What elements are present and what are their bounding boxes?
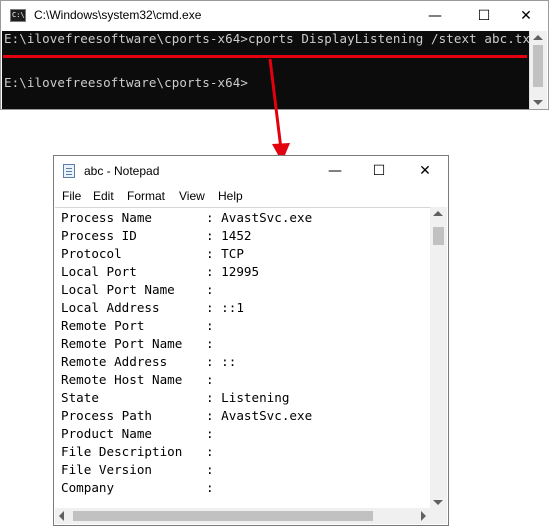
field-name: Process Path xyxy=(61,408,152,423)
menu-file[interactable]: File xyxy=(62,189,81,203)
scroll-down-icon[interactable] xyxy=(433,500,443,505)
notepad-window: abc - Notepad — ☐ ✕ File Edit Format Vie… xyxy=(53,155,449,526)
notepad-icon xyxy=(63,164,75,178)
scroll-right-icon[interactable] xyxy=(421,511,426,521)
field-separator: : xyxy=(206,372,222,387)
field-separator: : xyxy=(206,318,222,333)
field-value: ::1 xyxy=(221,300,244,315)
field-name: Local Port Name xyxy=(61,282,175,297)
notepad-vertical-scrollbar[interactable] xyxy=(430,207,447,509)
field-separator: : xyxy=(206,408,222,423)
field-value: 12995 xyxy=(221,264,260,279)
field-name: Product Name xyxy=(61,426,152,441)
text-line: Local Port: 12995 xyxy=(61,263,259,281)
scrollbar-corner xyxy=(430,508,447,524)
text-line: Local Address: ::1 xyxy=(61,299,244,317)
scroll-up-icon[interactable] xyxy=(433,211,443,216)
field-name: Protocol xyxy=(61,246,122,261)
field-name: Local Address xyxy=(61,300,160,315)
notepad-menubar: File Edit Format View Help xyxy=(54,187,448,206)
field-name: Process ID xyxy=(61,228,137,243)
field-separator: : xyxy=(206,444,222,459)
notepad-horizontal-scrollbar[interactable] xyxy=(55,508,430,524)
field-name: Remote Port xyxy=(61,318,145,333)
text-line: Process ID: 1452 xyxy=(61,227,252,245)
field-name: State xyxy=(61,390,99,405)
text-line: Process Path: AvastSvc.exe xyxy=(61,407,312,425)
field-name: Remote Port Name xyxy=(61,336,183,351)
field-separator: : xyxy=(206,390,222,405)
scroll-left-icon[interactable] xyxy=(59,511,64,521)
field-value: :: xyxy=(221,354,237,369)
field-separator: : xyxy=(206,282,222,297)
field-separator: : xyxy=(206,462,222,477)
field-name: File Description xyxy=(61,444,183,459)
text-line: Local Port Name: xyxy=(61,281,221,299)
field-name: Remote Address xyxy=(61,354,168,369)
red-arrow-shaft xyxy=(268,58,283,150)
notepad-titlebar[interactable]: abc - Notepad — ☐ ✕ xyxy=(54,156,448,187)
field-separator: : xyxy=(206,228,222,243)
notepad-close-button[interactable]: ✕ xyxy=(402,156,448,186)
field-separator: : xyxy=(206,210,222,225)
scroll-thumb[interactable] xyxy=(73,511,373,521)
menu-help[interactable]: Help xyxy=(218,189,243,203)
text-line: Company: xyxy=(61,479,221,497)
field-value: Listening xyxy=(221,390,290,405)
menu-edit[interactable]: Edit xyxy=(93,189,114,203)
menu-format[interactable]: Format xyxy=(127,189,165,203)
field-name: File Version xyxy=(61,462,152,477)
notepad-maximize-button[interactable]: ☐ xyxy=(356,156,402,186)
field-separator: : xyxy=(206,246,222,261)
field-separator: : xyxy=(206,264,222,279)
notepad-minimize-button[interactable]: — xyxy=(312,156,358,186)
text-line: Remote Port Name: xyxy=(61,335,221,353)
field-value: AvastSvc.exe xyxy=(221,408,313,423)
field-name: Local Port xyxy=(61,264,137,279)
field-name: Process Name xyxy=(61,210,152,225)
text-line: File Description: xyxy=(61,443,221,461)
field-value: AvastSvc.exe xyxy=(221,210,313,225)
field-value: TCP xyxy=(221,246,244,261)
text-line: Remote Address: :: xyxy=(61,353,236,371)
field-separator: : xyxy=(206,354,222,369)
text-line: Process Name: AvastSvc.exe xyxy=(61,209,312,227)
field-separator: : xyxy=(206,300,222,315)
text-line: Remote Port: xyxy=(61,317,221,335)
field-name: Remote Host Name xyxy=(61,372,183,387)
field-separator: : xyxy=(206,336,222,351)
notepad-title: abc - Notepad xyxy=(84,164,160,178)
menu-view[interactable]: View xyxy=(179,189,205,203)
notepad-text-area[interactable]: Process Name: AvastSvc.exe Process ID: 14… xyxy=(55,207,430,510)
text-line: File Version: xyxy=(61,461,221,479)
text-line: Product Name: xyxy=(61,425,221,443)
text-line: State: Listening xyxy=(61,389,289,407)
scroll-thumb[interactable] xyxy=(433,227,444,245)
text-line: Remote Host Name: xyxy=(61,371,221,389)
text-line: Protocol: TCP xyxy=(61,245,244,263)
field-separator: : xyxy=(206,480,222,495)
field-value: 1452 xyxy=(221,228,252,243)
field-separator: : xyxy=(206,426,222,441)
field-name: Company xyxy=(61,480,115,495)
